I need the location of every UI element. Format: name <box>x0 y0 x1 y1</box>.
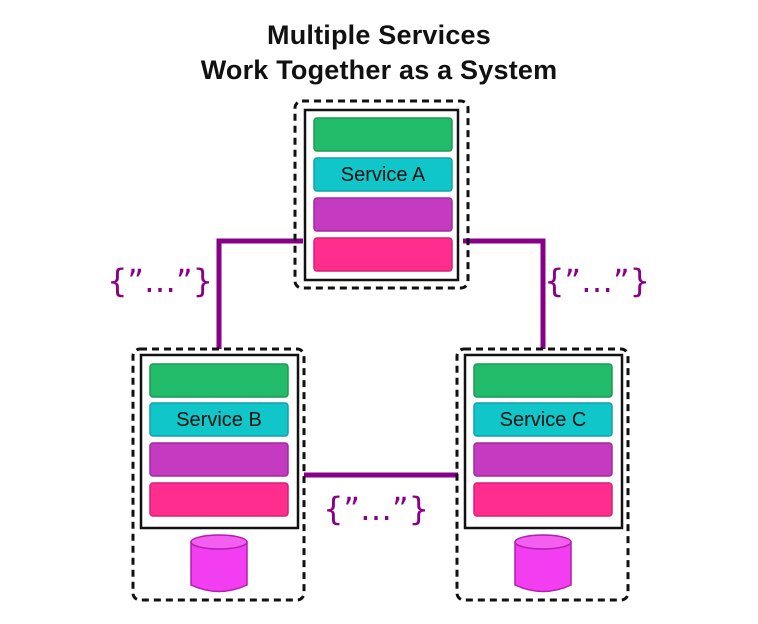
connector-a-c <box>463 238 546 349</box>
service-b-layer-purple <box>149 442 289 477</box>
service-c-database-icon <box>514 534 572 593</box>
service-a-label: Service A <box>341 164 426 186</box>
service-c: Service C <box>455 347 630 602</box>
architecture-diagram: {”…”} {”…”} {”…”} Service A Service B Se… <box>107 99 650 602</box>
payload-label-a-b: {”…”} <box>107 262 213 300</box>
service-a-layer-pink <box>313 237 453 272</box>
service-a-layer-purple <box>313 197 453 232</box>
service-b-layer-green <box>149 363 289 398</box>
service-c-layer-purple <box>473 442 613 477</box>
service-a: Service A <box>293 99 470 290</box>
service-c-layer-green <box>473 363 613 398</box>
connector-a-b <box>216 238 303 349</box>
service-b: Service B <box>131 347 306 602</box>
service-b-database-icon <box>190 534 248 593</box>
service-c-label: Service C <box>500 409 587 431</box>
service-b-label: Service B <box>176 409 262 431</box>
service-b-layer-pink <box>149 482 289 517</box>
service-c-layer-pink <box>473 482 613 517</box>
payload-label-a-c: {”…”} <box>544 262 650 300</box>
payload-label-b-c: {”…”} <box>323 490 429 528</box>
service-a-layer-green <box>313 117 453 152</box>
